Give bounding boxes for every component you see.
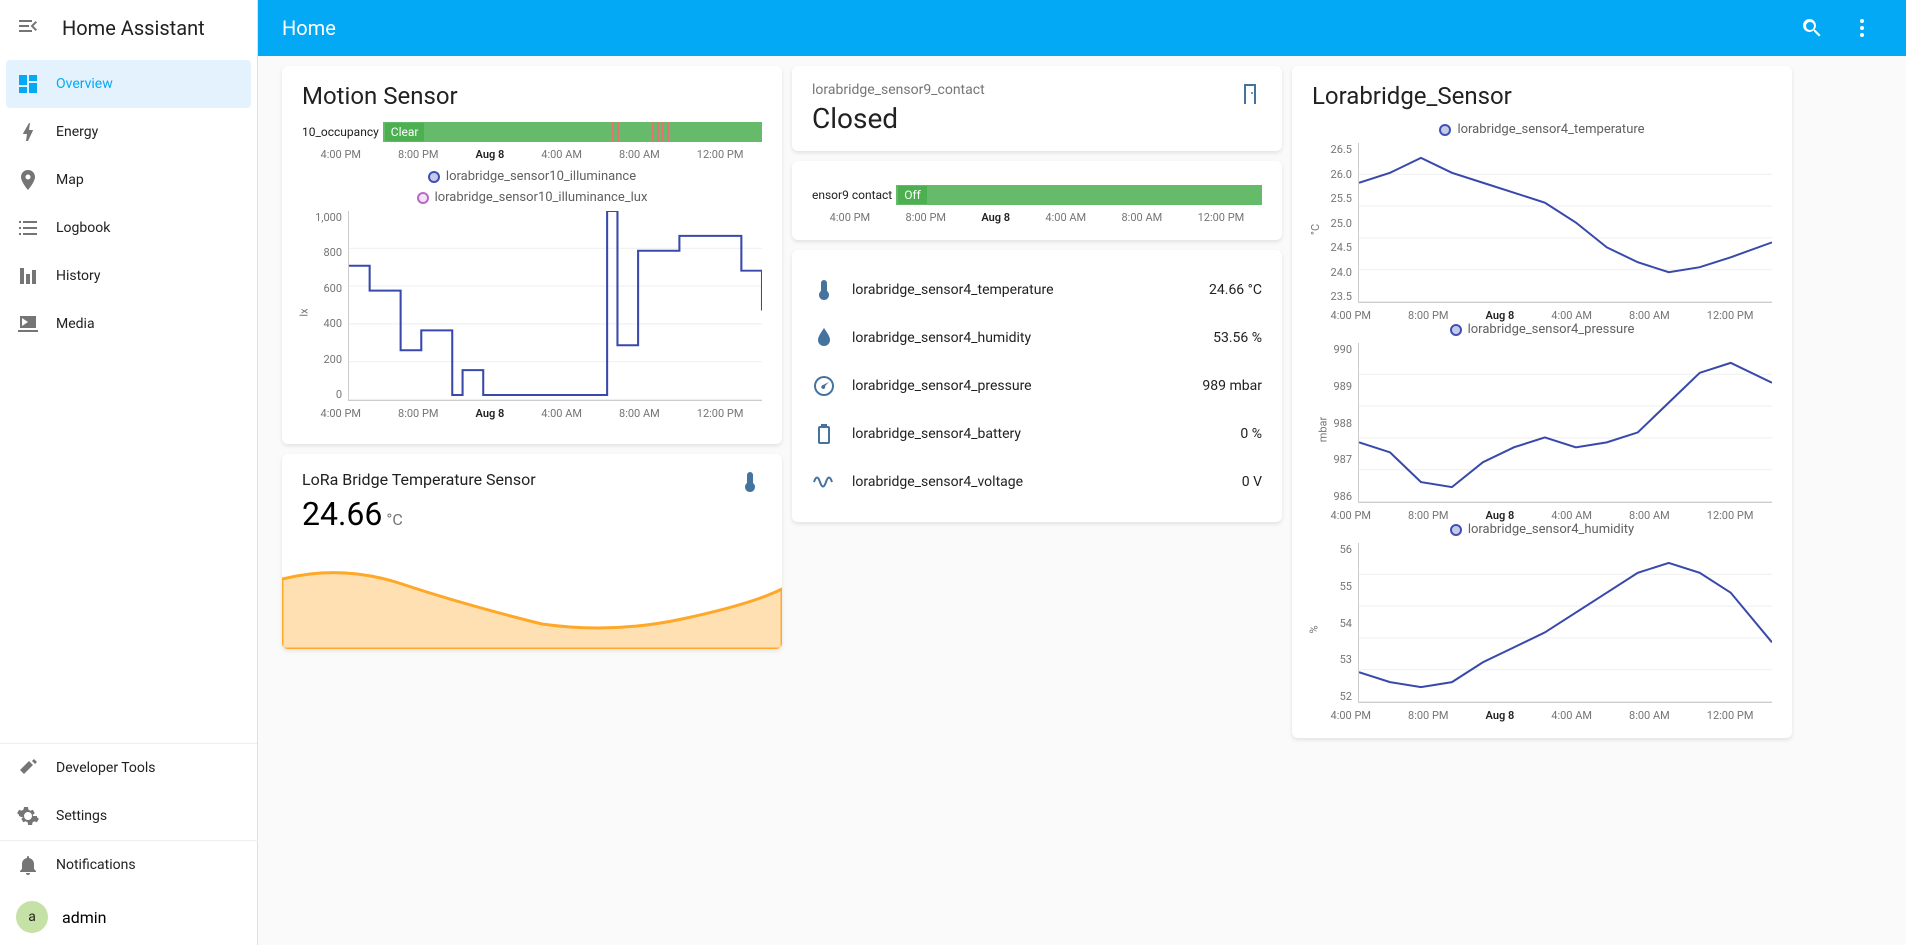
temperature-chart: lorabridge_sensor4_temperature °C 26.5 2… bbox=[1312, 122, 1772, 312]
hammer-icon bbox=[16, 756, 56, 780]
illuminance-chart: lx 1,000 800 600 400 200 0 bbox=[302, 211, 762, 401]
time-axis-2: 4:00 PM 8:00 PM Aug 8 4:00 AM 8:00 AM 12… bbox=[302, 407, 762, 420]
menu-collapse-icon[interactable] bbox=[16, 14, 40, 42]
sine-wave-icon bbox=[812, 470, 852, 494]
entity-row[interactable]: lorabridge_sensor4_temperature 24.66 °C bbox=[812, 266, 1262, 314]
sidebar-item-media[interactable]: Media bbox=[0, 300, 257, 348]
entity-row[interactable]: lorabridge_sensor4_humidity 53.56 % bbox=[812, 314, 1262, 362]
contact-state: Closed bbox=[812, 102, 985, 135]
occupancy-status: 10_occupancy Clear bbox=[302, 122, 762, 142]
time-axis: 4:00 PM 8:00 PM Aug 8 4:00 AM 8:00 AM 12… bbox=[302, 148, 762, 161]
sidebar-item-label: Notifications bbox=[56, 857, 136, 873]
sidebar-item-label: History bbox=[56, 268, 101, 284]
sidebar-item-label: Map bbox=[56, 172, 84, 188]
chart-icon bbox=[16, 264, 56, 288]
temp-value: 24.66 bbox=[302, 495, 382, 533]
sidebar-item-settings[interactable]: Settings bbox=[0, 792, 257, 840]
main: Home Motion Sensor 10_occupancy Clear bbox=[258, 0, 1906, 945]
entity-row[interactable]: lorabridge_sensor4_pressure 989 mbar bbox=[812, 362, 1262, 410]
status-label: ensor9 contact bbox=[812, 188, 892, 202]
dashboard-content: Motion Sensor 10_occupancy Clear 4:00 PM… bbox=[258, 56, 1906, 945]
search-button[interactable] bbox=[1792, 8, 1832, 48]
pressure-chart: lorabridge_sensor4_pressure mbar 990 989… bbox=[1312, 322, 1772, 512]
header-actions bbox=[1792, 8, 1882, 48]
time-axis: 4:00 PM 8:00 PM Aug 8 4:00 AM 8:00 AM 12… bbox=[812, 211, 1262, 224]
list-icon bbox=[16, 216, 56, 240]
lightning-icon bbox=[16, 120, 56, 144]
contact-card[interactable]: lorabridge_sensor9_contact Closed bbox=[792, 66, 1282, 151]
avatar: a bbox=[16, 901, 48, 933]
sidebar-item-overview[interactable]: Overview bbox=[6, 60, 251, 108]
sidebar: Home Assistant Overview Energy Map Logbo… bbox=[0, 0, 258, 945]
battery-outline-icon bbox=[812, 422, 852, 446]
bell-icon bbox=[16, 853, 56, 877]
motion-sensor-card[interactable]: Motion Sensor 10_occupancy Clear 4:00 PM… bbox=[282, 66, 782, 444]
sidebar-item-map[interactable]: Map bbox=[0, 156, 257, 204]
sidebar-item-label: Logbook bbox=[56, 220, 110, 236]
water-percent-icon bbox=[812, 326, 852, 350]
chart-legend: lorabridge_sensor10_illuminance bbox=[302, 169, 762, 184]
contact-status-card[interactable]: ensor9 contact Off 4:00 PM 8:00 PM Aug 8… bbox=[792, 161, 1282, 240]
sidebar-item-label: Energy bbox=[56, 124, 98, 140]
app-title: Home Assistant bbox=[62, 16, 205, 40]
more-button[interactable] bbox=[1842, 8, 1882, 48]
sidebar-item-label: Developer Tools bbox=[56, 760, 156, 776]
sidebar-item-label: Overview bbox=[56, 76, 113, 92]
contact-subtitle: lorabridge_sensor9_contact bbox=[812, 82, 985, 98]
card-title: Lorabridge_Sensor bbox=[1312, 82, 1772, 110]
contact-status-bar: ensor9 contact Off bbox=[812, 185, 1262, 205]
temp-area-chart bbox=[282, 549, 782, 649]
gauge-icon bbox=[812, 374, 852, 398]
sidebar-header: Home Assistant bbox=[0, 0, 257, 56]
sensor4-charts-card[interactable]: Lorabridge_Sensor lorabridge_sensor4_tem… bbox=[1292, 66, 1792, 738]
gear-icon bbox=[16, 804, 56, 828]
entity-row[interactable]: lorabridge_sensor4_battery 0 % bbox=[812, 410, 1262, 458]
temp-title: LoRa Bridge Temperature Sensor bbox=[302, 470, 536, 489]
thermometer-icon bbox=[812, 278, 852, 302]
card-title: Motion Sensor bbox=[302, 82, 762, 110]
map-icon bbox=[16, 168, 56, 192]
thermometer-icon bbox=[738, 470, 762, 498]
entity-row[interactable]: lorabridge_sensor4_voltage 0 V bbox=[812, 458, 1262, 506]
temp-unit: °C bbox=[386, 510, 402, 529]
sidebar-item-label: Settings bbox=[56, 808, 107, 824]
chart-legend-2: lorabridge_sensor10_illuminance_lux bbox=[302, 190, 762, 205]
dashboard-icon bbox=[16, 72, 56, 96]
status-badge: Off bbox=[898, 186, 927, 204]
play-icon bbox=[16, 312, 56, 336]
sidebar-item-label: Media bbox=[56, 316, 95, 332]
entities-card: lorabridge_sensor4_temperature 24.66 °C … bbox=[792, 250, 1282, 522]
sidebar-item-notifications[interactable]: Notifications bbox=[0, 841, 257, 889]
status-badge: Clear bbox=[385, 123, 425, 141]
temperature-card[interactable]: LoRa Bridge Temperature Sensor 24.66 °C bbox=[282, 454, 782, 649]
sidebar-item-devtools[interactable]: Developer Tools bbox=[0, 744, 257, 792]
sidebar-item-logbook[interactable]: Logbook bbox=[0, 204, 257, 252]
sidebar-item-energy[interactable]: Energy bbox=[0, 108, 257, 156]
sidebar-item-history[interactable]: History bbox=[0, 252, 257, 300]
page-title: Home bbox=[282, 16, 1792, 40]
sidebar-nav: Overview Energy Map Logbook History Medi… bbox=[0, 56, 257, 743]
header: Home bbox=[258, 0, 1906, 56]
search-icon bbox=[1800, 16, 1824, 40]
sidebar-user[interactable]: a admin bbox=[0, 889, 257, 945]
door-icon bbox=[1238, 82, 1262, 110]
sidebar-footer: Developer Tools Settings Notifications a… bbox=[0, 743, 257, 945]
humidity-chart: lorabridge_sensor4_humidity % 56 55 54 5… bbox=[1312, 522, 1772, 712]
user-name: admin bbox=[62, 908, 106, 927]
dots-vertical-icon bbox=[1850, 16, 1874, 40]
status-label: 10_occupancy bbox=[302, 125, 379, 139]
